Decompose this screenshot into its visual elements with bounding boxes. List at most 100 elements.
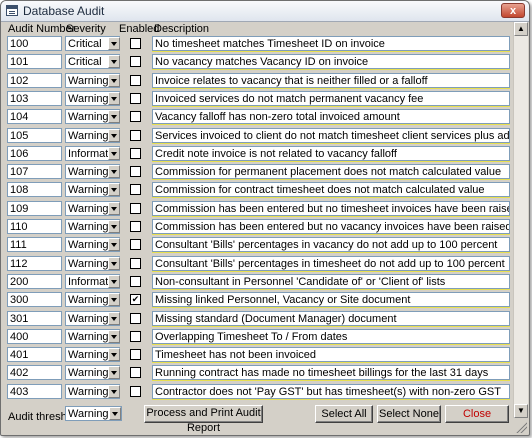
description-field[interactable]: Invoice relates to vacancy that is neith… <box>152 72 510 88</box>
dropdown-arrow-icon[interactable] <box>108 329 120 343</box>
enabled-checkbox[interactable] <box>130 385 141 397</box>
row-underline <box>152 343 510 345</box>
audit-number-field[interactable]: 105 <box>7 127 62 143</box>
dropdown-arrow-icon[interactable] <box>108 146 120 160</box>
dropdown-arrow-icon[interactable] <box>108 55 120 69</box>
enabled-checkbox[interactable] <box>130 330 141 342</box>
audit-number-field[interactable]: 110 <box>7 219 62 234</box>
dropdown-arrow-icon[interactable] <box>108 110 120 124</box>
description-field[interactable]: Commission has been entered but no vacan… <box>152 219 510 234</box>
dropdown-arrow-icon[interactable] <box>108 73 120 87</box>
dropdown-arrow-icon[interactable] <box>108 128 120 142</box>
description-field[interactable]: No vacancy matches Vacancy ID on invoice <box>152 54 510 70</box>
audit-number-field[interactable]: 402 <box>7 365 62 381</box>
audit-number-field[interactable]: 403 <box>7 383 62 399</box>
audit-row: 102 Warning Invoice relates to vacancy tha… <box>2 72 512 90</box>
audit-number-field[interactable]: 112 <box>7 255 62 271</box>
select-none-button[interactable]: Select None <box>377 405 441 423</box>
audit-number-field[interactable]: 106 <box>7 145 62 161</box>
enabled-checkbox[interactable] <box>130 367 141 379</box>
description-field[interactable]: Consultant 'Bills' percentages in vacanc… <box>152 237 510 253</box>
window-close-button[interactable]: x <box>501 3 525 18</box>
dropdown-arrow-icon[interactable] <box>108 366 120 380</box>
description-field[interactable]: Commission for contract timesheet does n… <box>152 182 510 198</box>
enabled-checkbox[interactable]: ✔ <box>130 294 141 306</box>
description-field[interactable]: Consultant 'Bills' percentages in timesh… <box>152 255 510 271</box>
enabled-checkbox[interactable] <box>130 38 141 49</box>
description-field[interactable]: Commission for permanent placement does … <box>152 164 510 180</box>
audit-row: 106 Informative Credit note invoice is not… <box>2 145 512 163</box>
enabled-checkbox[interactable] <box>130 312 141 324</box>
audit-number-field[interactable]: 401 <box>7 347 62 363</box>
audit-row: 403 Warning Contractor does not 'Pay GST' … <box>2 383 512 401</box>
row-underline <box>152 179 510 181</box>
resize-grip-icon[interactable] <box>515 421 527 433</box>
description-field[interactable]: Invoiced services do not match permanent… <box>152 90 510 106</box>
process-print-button[interactable]: Process and Print Audit Report <box>144 405 263 434</box>
dropdown-arrow-icon[interactable] <box>108 274 120 288</box>
description-field[interactable]: Overlapping Timesheet To / From dates <box>152 328 510 344</box>
audit-number-field[interactable]: 101 <box>7 54 62 70</box>
enabled-checkbox[interactable] <box>130 275 141 287</box>
enabled-checkbox[interactable] <box>130 202 141 214</box>
enabled-checkbox[interactable] <box>130 111 141 123</box>
description-field[interactable]: Commission has been entered but no times… <box>152 200 510 216</box>
dropdown-arrow-icon[interactable] <box>108 384 120 398</box>
enabled-checkbox[interactable] <box>130 129 141 141</box>
row-underline <box>152 307 510 309</box>
enabled-checkbox[interactable] <box>130 92 141 104</box>
audit-number-field[interactable]: 103 <box>7 90 62 106</box>
enabled-checkbox[interactable] <box>130 257 141 269</box>
description-field[interactable]: Running contract has made no timesheet b… <box>152 365 510 381</box>
scroll-up-icon[interactable]: ▲ <box>514 22 528 36</box>
enabled-checkbox[interactable] <box>130 147 141 159</box>
dropdown-arrow-icon[interactable] <box>108 91 120 105</box>
audit-number-field[interactable]: 102 <box>7 72 62 88</box>
enabled-checkbox[interactable] <box>130 74 141 86</box>
audit-number-field[interactable]: 100 <box>7 36 62 51</box>
description-field[interactable]: Missing standard (Document Manager) docu… <box>152 310 510 326</box>
close-button[interactable]: Close <box>445 405 509 423</box>
scroll-down-icon[interactable]: ▼ <box>514 404 528 418</box>
audit-row: 109 Warning Commission has been entered bu… <box>2 200 512 218</box>
dropdown-arrow-icon[interactable] <box>108 293 120 307</box>
audit-number-field[interactable]: 111 <box>7 237 62 253</box>
audit-number-field[interactable]: 400 <box>7 328 62 344</box>
description-field[interactable]: Non-consultant in Personnel 'Candidate o… <box>152 273 510 289</box>
audit-number-field[interactable]: 104 <box>7 109 62 125</box>
enabled-checkbox[interactable] <box>130 349 141 361</box>
enabled-checkbox[interactable] <box>130 239 141 251</box>
enabled-checkbox[interactable] <box>130 166 141 178</box>
dropdown-arrow-icon[interactable] <box>108 238 120 252</box>
audit-number-field[interactable]: 300 <box>7 292 62 308</box>
dropdown-arrow-icon[interactable] <box>108 201 120 215</box>
description-field[interactable]: No timesheet matches Timesheet ID on inv… <box>152 36 510 51</box>
enabled-checkbox[interactable] <box>130 56 141 68</box>
dropdown-arrow-icon[interactable] <box>108 311 120 325</box>
description-field[interactable]: Vacancy falloff has non-zero total invoi… <box>152 109 510 125</box>
audit-number-field[interactable]: 301 <box>7 310 62 326</box>
vertical-scrollbar[interactable]: ▲ ▼ <box>513 22 528 418</box>
dropdown-arrow-icon[interactable] <box>108 348 120 362</box>
select-all-button[interactable]: Select All <box>315 405 373 423</box>
enabled-checkbox[interactable] <box>130 221 141 232</box>
dropdown-arrow-icon[interactable] <box>108 165 120 179</box>
audit-number-field[interactable]: 108 <box>7 182 62 198</box>
description-field[interactable]: Timesheet has not been invoiced <box>152 347 510 363</box>
dropdown-arrow-icon[interactable] <box>108 256 120 270</box>
enabled-checkbox[interactable] <box>130 184 141 196</box>
dropdown-arrow-icon[interactable] <box>108 37 120 50</box>
description-field[interactable]: Credit note invoice is not related to va… <box>152 145 510 161</box>
description-field[interactable]: Missing linked Personnel, Vacancy or Sit… <box>152 292 510 308</box>
threshold-dropdown-arrow-icon[interactable] <box>109 407 121 420</box>
audit-number-field[interactable]: 109 <box>7 200 62 216</box>
dropdown-arrow-icon[interactable] <box>108 183 120 197</box>
row-underline <box>152 252 510 254</box>
title-bar[interactable]: Database Audit x <box>1 1 529 22</box>
description-field[interactable]: Contractor does not 'Pay GST' but has ti… <box>152 383 510 399</box>
row-underline <box>152 398 510 400</box>
dropdown-arrow-icon[interactable] <box>108 220 120 233</box>
description-field[interactable]: Services invoiced to client do not match… <box>152 127 510 143</box>
audit-number-field[interactable]: 200 <box>7 273 62 289</box>
audit-number-field[interactable]: 107 <box>7 164 62 180</box>
